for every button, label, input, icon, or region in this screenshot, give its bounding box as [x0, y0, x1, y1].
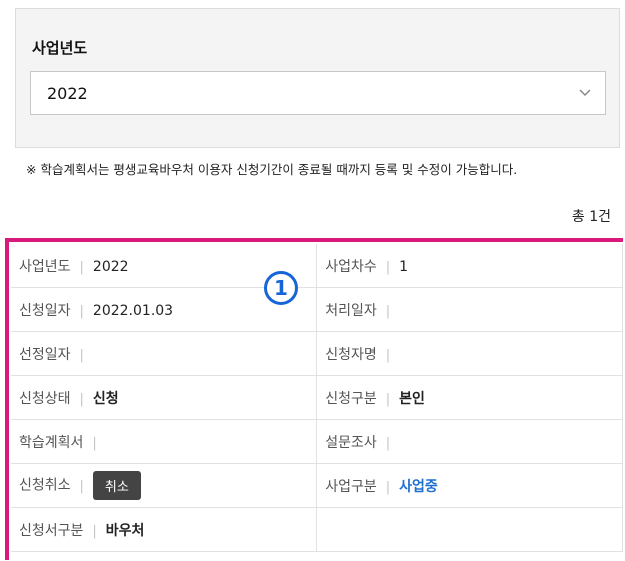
- business-round-cell: 사업차수 | 1: [316, 244, 623, 288]
- form-type-label: 신청서구분: [19, 522, 84, 539]
- notice-text: ※ 학습계획서는 평생교육바우처 이용자 신청기간이 종료될 때까지 등록 및 …: [26, 162, 518, 177]
- apply-type-cell: 신청구분 | 본인: [316, 375, 623, 420]
- table-row: 신청상태 | 신청 신청구분 | 본인: [11, 375, 623, 420]
- table-row: 신청일자 | 2022.01.03 처리일자 |: [11, 287, 623, 332]
- form-type-value: 바우처: [105, 522, 145, 539]
- study-plan-cell: 학습계획서 |: [11, 419, 318, 464]
- business-year-selected-value: 2022: [47, 84, 88, 103]
- table-row: 사업년도 | 2022 사업차수 | 1: [11, 244, 623, 288]
- separator: |: [385, 347, 391, 363]
- business-round-value: 1: [399, 258, 409, 275]
- apply-type-label: 신청구분: [325, 390, 377, 407]
- apply-cancel-label: 신청취소: [19, 477, 71, 494]
- process-date-cell: 처리일자 |: [316, 287, 623, 332]
- table-row: 신청취소 | 취소 사업구분 | 사업중: [11, 463, 623, 508]
- business-year-select[interactable]: 2022: [30, 71, 606, 115]
- apply-status-label: 신청상태: [19, 390, 71, 407]
- business-round-label: 사업차수: [325, 258, 377, 275]
- separator: |: [92, 523, 97, 539]
- business-type-cell: 사업구분 | 사업중: [316, 463, 623, 508]
- separator: |: [385, 391, 391, 407]
- cancel-button[interactable]: 취소: [92, 471, 141, 500]
- separator: |: [385, 259, 391, 275]
- apply-cancel-cell: 신청취소 | 취소: [11, 463, 318, 508]
- business-type-value: 사업중: [399, 478, 438, 495]
- empty-cell: [316, 507, 623, 552]
- total-count: 총 1건: [571, 209, 611, 225]
- apply-date-value: 2022.01.03: [92, 302, 174, 319]
- survey-label: 설문조사: [325, 434, 377, 451]
- business-year-field-value: 2022: [92, 258, 129, 275]
- separator: |: [385, 479, 391, 495]
- business-year-field-label: 사업년도: [19, 258, 71, 275]
- application-info-table: 사업년도 | 2022 사업차수 | 1 신청일자 | 2022.01.03 처리일자 | 선…: [11, 244, 623, 552]
- apply-status-value: 신청: [92, 390, 119, 407]
- separator: |: [79, 259, 84, 275]
- process-date-label: 처리일자: [325, 302, 377, 319]
- apply-date-label: 신청일자: [19, 302, 71, 319]
- separator: |: [385, 303, 391, 319]
- select-date-cell: 선정일자 |: [11, 331, 318, 376]
- apply-status-cell: 신청상태 | 신청: [11, 375, 318, 420]
- table-row: 선정일자 | 신청자명 |: [11, 331, 623, 376]
- annotation-marker-1: 1: [264, 271, 298, 305]
- business-type-label: 사업구분: [325, 478, 377, 495]
- study-plan-label: 학습계획서: [19, 434, 84, 451]
- separator: |: [92, 435, 97, 451]
- applicant-cell: 신청자명 |: [316, 331, 623, 376]
- form-type-cell: 신청서구분 | 바우처: [11, 507, 318, 552]
- separator: |: [79, 303, 84, 319]
- applicant-label: 신청자명: [325, 346, 377, 363]
- separator: |: [79, 347, 84, 363]
- select-date-label: 선정일자: [19, 346, 71, 363]
- table-row: 신청서구분 | 바우처: [11, 507, 623, 552]
- business-year-label: 사업년도: [32, 39, 88, 57]
- table-row: 학습계획서 | 설문조사 |: [11, 419, 623, 464]
- separator: |: [385, 435, 391, 451]
- chevron-down-icon: [579, 89, 591, 97]
- separator: |: [79, 391, 84, 407]
- separator: |: [79, 478, 84, 494]
- application-info-card: 사업년도 | 2022 사업차수 | 1 신청일자 | 2022.01.03 처리일자 | 선…: [5, 238, 623, 560]
- filter-panel: 사업년도 2022: [15, 8, 620, 148]
- survey-cell: 설문조사 |: [316, 419, 623, 464]
- apply-type-value: 본인: [399, 390, 425, 407]
